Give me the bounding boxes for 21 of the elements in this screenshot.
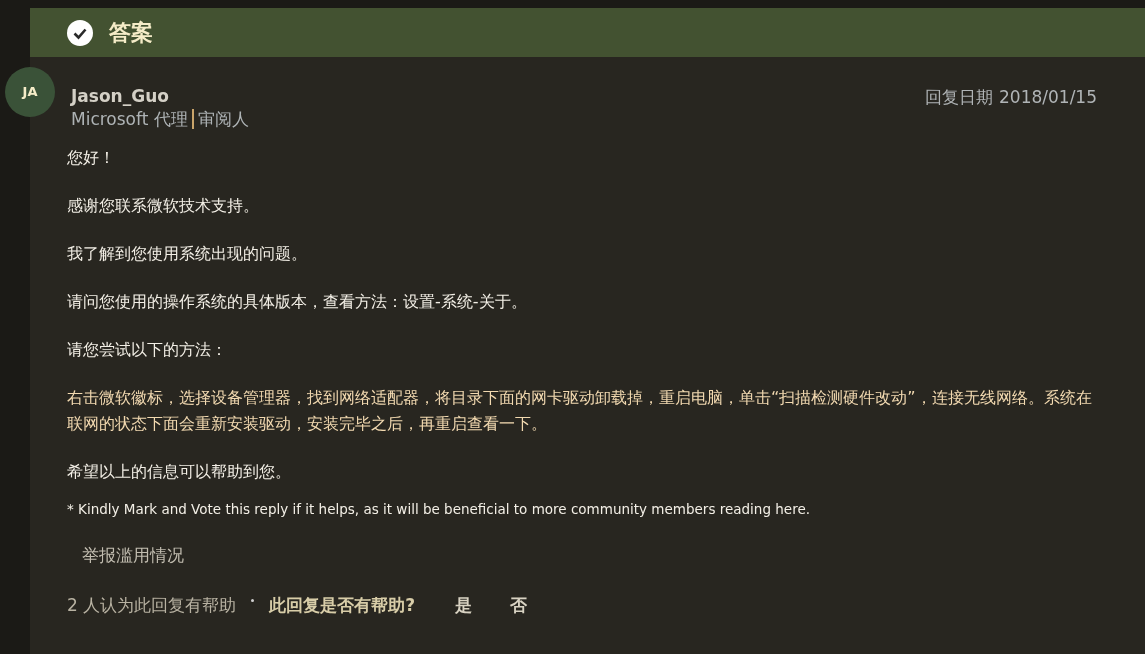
header-title: 答案 — [109, 19, 153, 47]
reviewer-label: 审阅人 — [197, 108, 249, 131]
reply-paragraph: 右击微软徽标，选择设备管理器，找到网络适配器，将目录下面的网卡驱动卸载掉，重启电脑，单击“扫描检测硬件改动”，连接无线网络。系统在联网的状态下面会重新安装驱动，安装完毕之后，再重启查看一下。 — [67, 387, 1093, 435]
no-button[interactable]: 否 — [510, 592, 528, 618]
reply-paragraph: 感谢您联系微软技术支持。 — [67, 195, 260, 217]
helpful-question: 此回复是否有帮助? — [269, 593, 416, 617]
author-role: Microsoft 代理 — [71, 108, 188, 131]
checkmark-icon — [67, 19, 93, 46]
yes-button[interactable]: 是 — [455, 592, 473, 618]
author-name[interactable]: Jason_Guo — [71, 85, 249, 107]
reply-paragraph: 请问您使用的操作系统的具体版本，查看方法：设置-系统-关于。 — [67, 291, 528, 313]
footnote-text: * Kindly Mark and Vote this reply if it helps, as it will be beneficial to more community members reading here. — [67, 500, 811, 519]
reply-paragraph: 希望以上的信息可以帮助到您。 — [67, 461, 292, 483]
date-label: 回复日期 — [925, 86, 993, 109]
report-abuse-link[interactable]: 举报滥用情况 — [82, 543, 184, 569]
avatar: JA — [5, 67, 55, 117]
reply-paragraph: 您好！ — [67, 147, 116, 169]
reply-paragraph: 请您尝试以下的方法： — [67, 339, 228, 361]
reply-paragraph: 我了解到您使用系统出现的问题。 — [67, 243, 308, 265]
helpful-count: 2 人认为此回复有帮助 — [67, 593, 237, 617]
reply-date: 2018/01/15 — [999, 86, 1097, 109]
